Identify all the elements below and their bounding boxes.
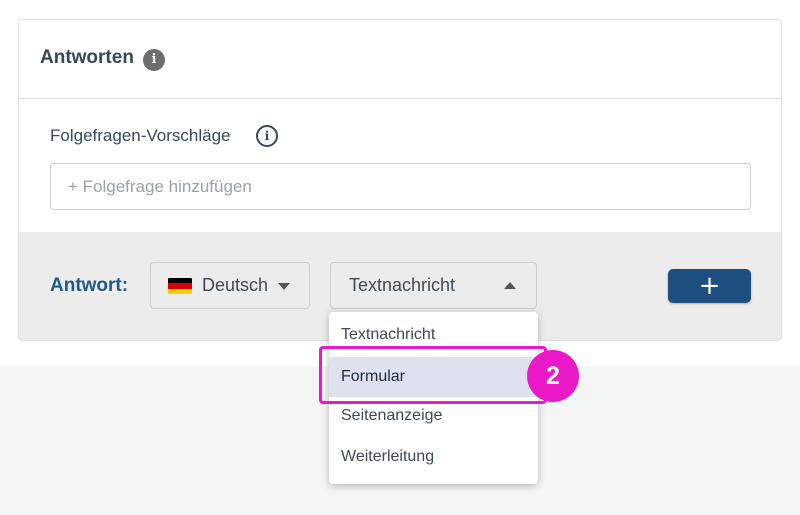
answer-label: Antwort:	[50, 275, 129, 296]
followup-suggestions-label: Folgefragen-Vorschläge	[50, 126, 231, 145]
germany-flag-icon	[168, 278, 192, 294]
answer-type-select[interactable]: Textnachricht	[330, 262, 537, 309]
card-title: Antworten	[40, 47, 134, 68]
add-answer-button[interactable]: +	[668, 269, 751, 303]
answer-type-select-value: Textnachricht	[349, 275, 456, 295]
language-select-value: Deutsch	[202, 275, 269, 295]
highlight-box	[319, 346, 547, 404]
step-badge: 2	[527, 350, 579, 402]
caret-up-icon	[504, 282, 516, 289]
followup-question-input[interactable]	[50, 163, 751, 210]
info-outline-icon[interactable]: i	[256, 125, 278, 147]
caret-down-icon	[278, 283, 290, 290]
dropdown-option-weiterleitung[interactable]: Weiterleitung	[329, 437, 538, 477]
language-select[interactable]: Deutsch	[150, 262, 310, 309]
info-icon[interactable]: i	[143, 49, 165, 71]
card-header: Antworten i	[19, 20, 781, 99]
answers-card: Antworten i Folgefragen-Vorschläge i Ant…	[18, 19, 782, 341]
